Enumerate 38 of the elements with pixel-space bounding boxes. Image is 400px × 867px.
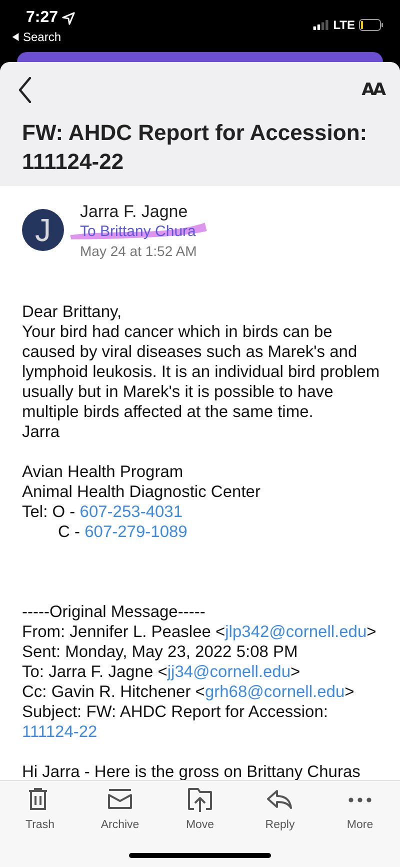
network-label: LTE xyxy=(333,18,355,32)
sent-date: May 24 at 1:52 AM xyxy=(80,242,197,260)
clock-time: 7:27 xyxy=(26,8,58,28)
body-text: Cc: Gavin R. Hitchener < xyxy=(22,683,205,701)
toolbar-button[interactable]: Reply xyxy=(250,787,310,831)
toolbar-button[interactable]: More xyxy=(330,787,390,831)
back-triangle-icon xyxy=(12,33,19,41)
back-to-search-link[interactable]: Search xyxy=(12,28,76,44)
battery-icon xyxy=(359,19,384,31)
body-text: -----Original Message----- xyxy=(22,603,206,621)
location-arrow-icon xyxy=(62,12,76,24)
body-text: C - xyxy=(58,523,81,541)
signal-bars-icon xyxy=(313,20,330,30)
body-text: Your bird had cancer which in birds can be caused by viral diseases such as Marek's and lymphoid leukosis. It is an individual bird problem usually but in Marek's it is possible to have multiple birds affected at the same time. xyxy=(22,323,380,421)
text-size-button[interactable]: AA xyxy=(362,80,384,100)
subject-title: FW: AHDC Report for Accession: 111124-22 xyxy=(22,119,368,176)
back-button[interactable] xyxy=(18,77,32,103)
avatar: J xyxy=(22,209,64,251)
sender-name: Jarra F. Jagne xyxy=(80,202,189,222)
more-icon xyxy=(346,797,374,803)
body-text: Animal Health Diagnostic Center xyxy=(22,483,260,501)
chevron-left-icon xyxy=(18,77,32,103)
body-text: Jarra xyxy=(22,423,60,441)
folder-upload-icon xyxy=(186,787,214,813)
body-text: > xyxy=(366,623,376,641)
body-text: > xyxy=(344,683,354,701)
body-text: Hi Jarra - Here is the gross on Brittany Churas xyxy=(22,763,360,781)
body-text: Sent: Monday, May 23, 2022 5:08 PM xyxy=(22,643,298,661)
body-text: To: Jarra F. Jagne < xyxy=(22,663,168,681)
toolbar-button[interactable]: Trash xyxy=(10,787,70,831)
body-text: Tel: O - xyxy=(22,503,76,521)
body-text: Avian Health Program xyxy=(22,463,184,481)
body-text: Subject: FW: AHDC Report for Accession: xyxy=(22,703,328,721)
toolbar-button[interactable]: Archive xyxy=(90,787,150,831)
toolbar-button[interactable]: Move xyxy=(170,787,230,831)
body-text: Dear Brittany, xyxy=(22,303,122,321)
body-text: From: Jennifer L. Peaslee < xyxy=(22,623,226,641)
body-text: > xyxy=(290,663,300,681)
